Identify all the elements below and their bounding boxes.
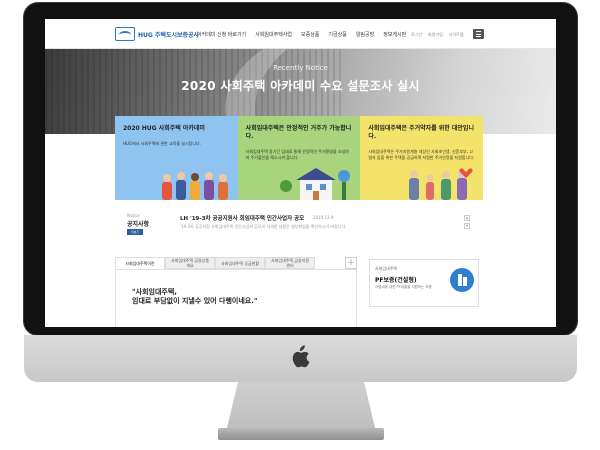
apple-logo-icon <box>292 345 310 368</box>
tab-social-housing-intro[interactable]: 사회임대주택이란 <box>115 257 165 269</box>
notice-pager: ▴ ▾ <box>464 215 470 229</box>
login-link[interactable]: 로그인 <box>411 32 422 38</box>
menu-line <box>476 33 481 35</box>
hero-subtitle: Recently Notice <box>273 64 328 72</box>
tab-finance-center[interactable]: 사회임대주택 금융지원센터 <box>265 257 315 269</box>
panel-title: 2020 HUG 사회주택 아카데미 <box>123 125 205 132</box>
notice-desc: '19-3차 공공지원 사회임대주택 민간사업자 공모의 자세한 내용은 첨부파… <box>180 224 347 229</box>
notice-label: 공지사항 <box>127 221 150 228</box>
quote-line: 임대료 부담없이 지낼수 있어 다행이네요." <box>132 297 258 305</box>
panel-stable-living[interactable]: 사회임대주택은 안정적인 거주가 가능합니다. 사회임대주택 장기간 임대료 통… <box>237 116 361 200</box>
panel-vulnerable[interactable]: 사회임대주택은 주거약자를 위한 대안입니다. 사회임대주택은 주거지원계층 대… <box>360 116 484 200</box>
chevron-down-icon[interactable]: ▾ <box>464 223 470 229</box>
menu-line <box>476 31 481 32</box>
panel-academy[interactable]: 2020 HUG 사회주택 아카데미 HUG에서 사회주택에 관한 교육을 실시… <box>115 116 238 200</box>
notice-more-button[interactable]: 더보기 <box>127 229 143 235</box>
site-logo[interactable]: HUG 주택도시보증공사 <box>115 26 199 42</box>
nav-item-guarantee[interactable]: 보증상품 <box>301 31 319 38</box>
side-category: 사회임대주택 <box>375 266 398 271</box>
nav-item-notice[interactable]: 알림공방 <box>356 31 374 38</box>
hero-title: 2020 사회주택 아카데미 수요 설문조사 실시 <box>181 79 420 93</box>
main-nav: 아카데미 신청 바로가기 사회임대주택사업 보증상품 기금상품 알림공방 정보게… <box>197 31 406 38</box>
side-title: PF보증(건설형) <box>375 277 417 284</box>
notice-title-link[interactable]: LH '19-3차 공공지원사 회임대주택 민간사업자 공모 <box>180 214 304 222</box>
notice-section: Notice 공지사항 더보기 LH '19-3차 공공지원사 회임대주택 민간… <box>115 209 483 243</box>
building-icon <box>450 268 474 292</box>
quote-line: "사회임대주택, <box>132 288 177 296</box>
monitor-stand <box>226 382 376 432</box>
monitor-stand-base <box>218 428 384 440</box>
tab-finance-overview[interactable]: 사회임대주택 금융상품 개요 <box>165 257 215 269</box>
family-icon <box>409 168 473 200</box>
signup-link[interactable]: 회원가입 <box>428 32 443 38</box>
pf-guarantee-box[interactable]: 사회임대주택 PF보증(건설형) 사업비에 대한 PF대출을 지원하는 보증 <box>369 259 479 307</box>
panel-desc: HUG에서 사회주택에 관한 교육을 실시합니다. <box>123 141 201 146</box>
quote-text: "사회임대주택, 임대료 부담없이 지낼수 있어 다행이네요." <box>132 288 258 306</box>
tab-supply-status[interactable]: 사회임대주택 공급현황 <box>215 257 265 269</box>
info-tabs: 사회임대주택이란 사회임대주택 금융상품 개요 사회임대주택 공급현황 사회임대… <box>115 257 363 269</box>
panel-title: 사회임대주택은 안정적인 거주가 가능합니다. <box>245 125 352 140</box>
feature-panels: 2020 HUG 사회주택 아카데미 HUG에서 사회주택에 관한 교육을 실시… <box>115 116 484 200</box>
imac-frame: HUG 주택도시보증공사 아카데미 신청 바로가기 사회임대주택사업 보증상품 … <box>0 0 600 450</box>
sitemap-link[interactable]: 사이트맵 <box>449 32 464 38</box>
hamburger-menu-button[interactable] <box>473 29 484 39</box>
panel-title: 사회임대주택은 주거약자를 위한 대안입니다. <box>368 125 474 140</box>
house-icon <box>279 168 350 200</box>
people-group-icon <box>162 172 228 200</box>
chevron-up-icon[interactable]: ▴ <box>464 215 470 221</box>
side-desc: 사업비에 대한 PF대출을 지원하는 보증 <box>375 285 432 289</box>
panel-desc: 사회임대주택은 주거지원계층 대상인 사회초년생, 신혼부부, 고령자 등을 위… <box>368 149 475 160</box>
hug-logo-icon <box>115 27 135 41</box>
screen: HUG 주택도시보증공사 아카데미 신청 바로가기 사회임대주택사업 보증상품 … <box>45 19 556 327</box>
nav-item-academy[interactable]: 아카데미 신청 바로가기 <box>197 31 246 38</box>
notice-date: 2019.12.9 <box>313 215 334 220</box>
logo-text: HUG 주택도시보증공사 <box>138 31 200 39</box>
panel-desc: 사회임대주택 장기간 임대료 통해 안정적인 주거환경을 조성하여 주거불안을 … <box>245 149 349 160</box>
plus-icon[interactable]: + <box>345 257 357 269</box>
nav-item-fund[interactable]: 기금상품 <box>328 31 346 38</box>
menu-line <box>476 36 481 37</box>
nav-item-board[interactable]: 정보게시판 <box>383 31 406 38</box>
tab-content: "사회임대주택, 임대료 부담없이 지낼수 있어 다행이네요." <box>115 269 357 327</box>
nav-item-social-housing[interactable]: 사회임대주택사업 <box>255 31 292 38</box>
notice-label-en: Notice <box>127 213 140 218</box>
site-header: HUG 주택도시보증공사 아카데미 신청 바로가기 사회임대주택사업 보증상품 … <box>45 19 556 49</box>
utility-links: 로그인 회원가입 사이트맵 <box>411 32 464 38</box>
